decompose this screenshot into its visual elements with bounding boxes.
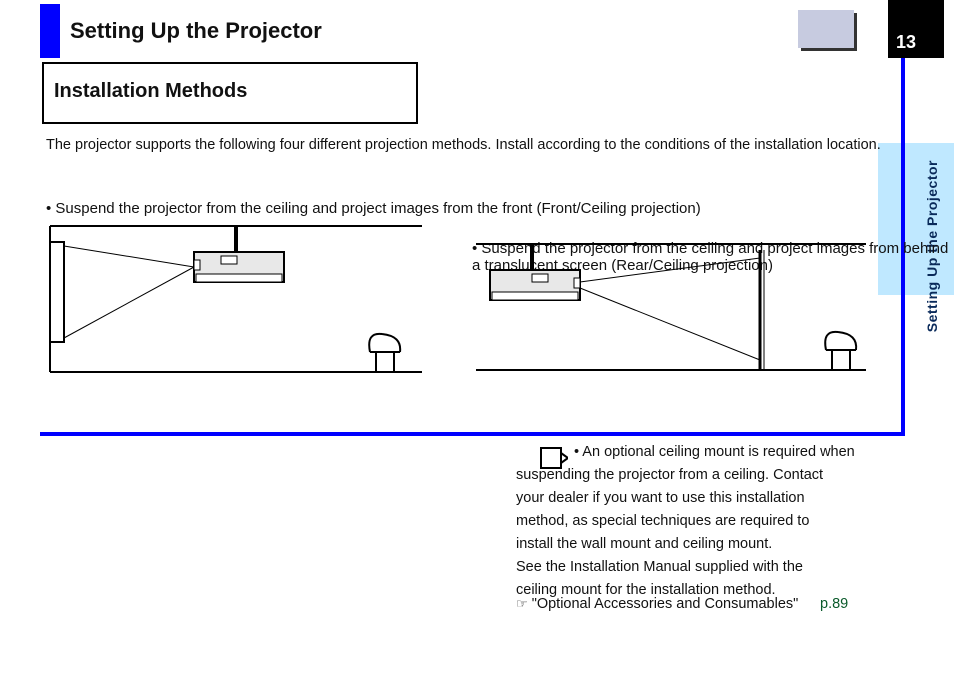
tip-line: suspending the projector from a ceiling.… [516,465,916,486]
reference-page[interactable]: p.89 [820,596,848,612]
tip-line: • An optional ceiling mount is required … [516,442,916,463]
document-page: Setting Up the Projector 13 Setting Up t… [0,0,954,676]
prev-page-button[interactable] [798,10,854,48]
reference-label: "Optional Accessories and Consumables" [532,596,799,612]
tip-line: your dealer if you want to use this inst… [516,488,916,509]
page-number-box: 13 [888,0,944,58]
diagram-front-ceiling [46,222,426,382]
page-title: Setting Up the Projector [70,18,322,44]
figure-caption-front-ceiling: • Suspend the projector from the ceiling… [46,200,701,217]
tip-text: • An optional ceiling mount is required … [516,442,916,603]
intro-text: The projector supports the following fou… [46,136,886,156]
reference-link[interactable]: ☞ "Optional Accessories and Consumables" [516,596,798,612]
header-blue-tab [40,4,60,58]
tip-line: install the wall mount and ceiling mount… [516,534,916,555]
tip-line: See the Installation Manual supplied wit… [516,557,916,578]
page-number: 13 [896,32,916,53]
section-title: Installation Methods [54,80,247,103]
tip-line: method, as special techniques are requir… [516,511,916,532]
diagram-rear-ceiling [472,240,870,380]
